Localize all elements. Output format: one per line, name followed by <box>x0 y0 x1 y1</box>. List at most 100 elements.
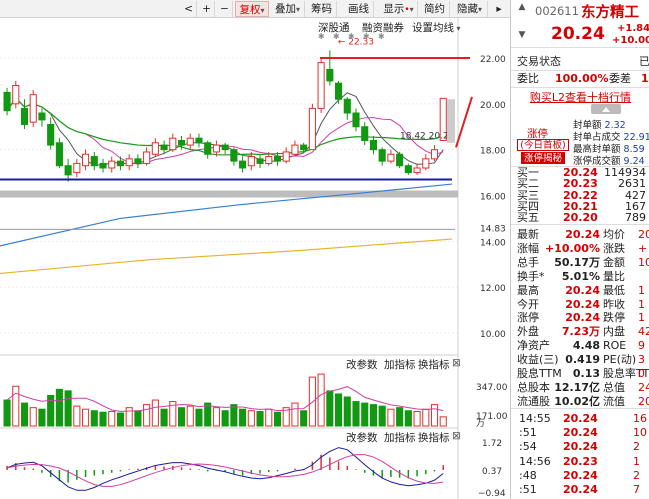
overlay-button[interactable]: 叠加▾ <box>271 1 305 17</box>
candle-body <box>413 167 421 174</box>
simple-mode-button[interactable]: 简约 <box>420 1 450 17</box>
stat-label: 跌停 <box>603 311 625 325</box>
gap-band <box>0 190 458 198</box>
volume-bar <box>64 390 72 427</box>
weibi-value: 100.00% <box>555 72 609 85</box>
ma-settings-link[interactable]: 设置均线 ▾ <box>412 20 461 35</box>
chips-button[interactable]: 筹码 <box>307 1 337 17</box>
candle-body <box>247 156 255 167</box>
limit-reveal-button[interactable]: 涨停揭秘 <box>521 152 565 164</box>
zoom-in-button[interactable]: + <box>199 1 215 17</box>
candle-body <box>82 153 90 167</box>
prev-stock-icon[interactable]: ▲ <box>517 2 527 12</box>
stat-value: 202 <box>638 394 649 408</box>
display-button[interactable]: 显示•▾ <box>380 1 418 17</box>
quote-stat-row: 股息TTM0.13股息率TTM0 <box>511 367 649 381</box>
adjust-price-button[interactable]: 复权▾ <box>235 1 269 17</box>
vol-close-icon[interactable]: ⊠ <box>452 357 461 369</box>
volume-bar <box>300 410 308 427</box>
margin-trading-link[interactable]: 融资融券 <box>362 20 404 35</box>
stat-value: 0 <box>638 367 645 380</box>
draw-line-button[interactable]: 画线 <box>344 1 374 17</box>
candle-body <box>265 156 273 164</box>
price-change-pct: +10.00% <box>612 35 649 46</box>
volume-bar <box>212 407 220 427</box>
quote-stat-row: 流通股 10.02亿流值 202 <box>511 395 649 409</box>
quote-stat-row: 最高 20.24 最低 1 <box>511 284 649 298</box>
stat-value: 0.419 <box>565 353 600 367</box>
order-volume: 789 <box>625 211 646 225</box>
expand-panel-icon[interactable]: ▸ <box>490 1 508 17</box>
trade-status-value: 已 <box>639 55 649 68</box>
candle-body <box>273 156 282 162</box>
hide-button[interactable]: 隐藏▾ <box>452 1 488 17</box>
volume-bar <box>239 408 247 427</box>
vol-add-indicator-button[interactable]: 加指标 <box>384 357 416 372</box>
candle-body <box>134 158 142 164</box>
quote-stat-row: 最新 20.24均价 20 <box>511 228 649 242</box>
stat-label: 涨幅 <box>517 241 539 255</box>
candle-body <box>12 85 20 105</box>
tick-row: :51 20.24 10 <box>511 426 649 440</box>
volume-bar <box>256 410 264 427</box>
stat-value: 4.48 <box>572 339 600 353</box>
tick-row: 14:56 20.23 1 <box>511 455 649 469</box>
stat-value: 1 <box>638 311 645 325</box>
macd-edit-params-button[interactable]: 改参数 <box>346 430 378 445</box>
order-price: 20.20 <box>563 211 598 225</box>
candle-body <box>177 140 186 146</box>
next-stock-icon[interactable]: ▼ <box>517 30 527 40</box>
chevron-down-icon: ▾ <box>409 5 414 14</box>
candle-body <box>64 165 72 176</box>
stat-value: 1 <box>638 297 645 311</box>
first-board-badge: (今日首板) <box>517 139 569 151</box>
chart-toolbar: < + − 复权▾ 叠加▾ 筹码 画线 显示•▾ 简约 隐藏▾ ▸ <box>0 0 510 18</box>
candle-body <box>90 156 98 167</box>
tick-row: :48 20.24 2 <box>511 469 649 483</box>
stat-label: 涨停 <box>517 311 539 325</box>
zoom-out-button[interactable]: − <box>217 1 233 17</box>
shengutong-link[interactable]: 深股通 <box>318 20 350 35</box>
price-change: +1.84 <box>617 23 649 34</box>
volume-bar <box>134 410 142 427</box>
divider <box>511 224 649 225</box>
candle-body <box>73 162 81 174</box>
quote-stat-row: 涨停 20.24 跌停 1 <box>511 311 649 325</box>
volume-bar <box>439 416 447 427</box>
chevron-down-icon: ▾ <box>477 5 482 14</box>
volume-bar <box>369 404 378 427</box>
volume-bar <box>413 410 421 427</box>
volume-bar <box>396 407 404 427</box>
tick-price: 20.24 <box>563 440 598 454</box>
stat-label: 总值 <box>603 380 625 394</box>
candle-body <box>404 165 412 174</box>
stat-label: PE(动) <box>603 353 637 367</box>
kline-chart-area[interactable]: ← 22.33 ✱ ✱ ✱ ✱ ✱ 18.42 20.23 22.00 20.00 18.00 1… <box>0 18 510 499</box>
price-tick-label: 14.83 <box>480 224 506 234</box>
stat-value: 20.24 <box>565 283 600 297</box>
limit-up-box: 涨停 (今日首板) 涨停揭秘 封单额 2.32 封单占成交 22.91 最高封单… <box>511 115 649 167</box>
collapse-sell-book-button[interactable] <box>591 104 621 114</box>
stat-value: 3 <box>638 353 645 367</box>
candle-body <box>282 151 290 162</box>
macd-switch-indicator-button[interactable]: 换指标 <box>418 430 450 445</box>
tick-volume: 10 <box>633 426 647 440</box>
vol-switch-indicator-button[interactable]: 换指标 <box>418 357 450 372</box>
vol-edit-params-button[interactable]: 改参数 <box>346 357 378 372</box>
stat-label: 收益(三) <box>517 353 559 367</box>
stat-value: 9 <box>638 339 645 353</box>
quote-stat-row: 收益(三) 0.419 PE(动) 3 <box>511 353 649 367</box>
macd-add-indicator-button[interactable]: 加指标 <box>384 430 416 445</box>
volume-bar <box>361 402 369 427</box>
quote-stat-row: 总手 50.17万金额 10 <box>511 256 649 270</box>
volume-tick-label: 347.00 <box>476 383 508 393</box>
candle-body <box>160 144 168 151</box>
kline-chart[interactable]: ← 22.33✱ ✱ ✱ ✱ ✱18.42 20.23 22.00 20.00 18.00 1… <box>0 18 510 499</box>
stat-label: 总手 <box>517 255 539 269</box>
nav-back-button[interactable]: < <box>181 1 197 17</box>
buy-l2-link[interactable]: 购买L2查看十档行情 <box>511 89 649 105</box>
stat-value: 0.13 <box>572 367 600 380</box>
macd-close-icon[interactable]: ⊠ <box>452 430 461 442</box>
divider <box>511 408 649 409</box>
stat-label: 最高 <box>517 283 539 297</box>
